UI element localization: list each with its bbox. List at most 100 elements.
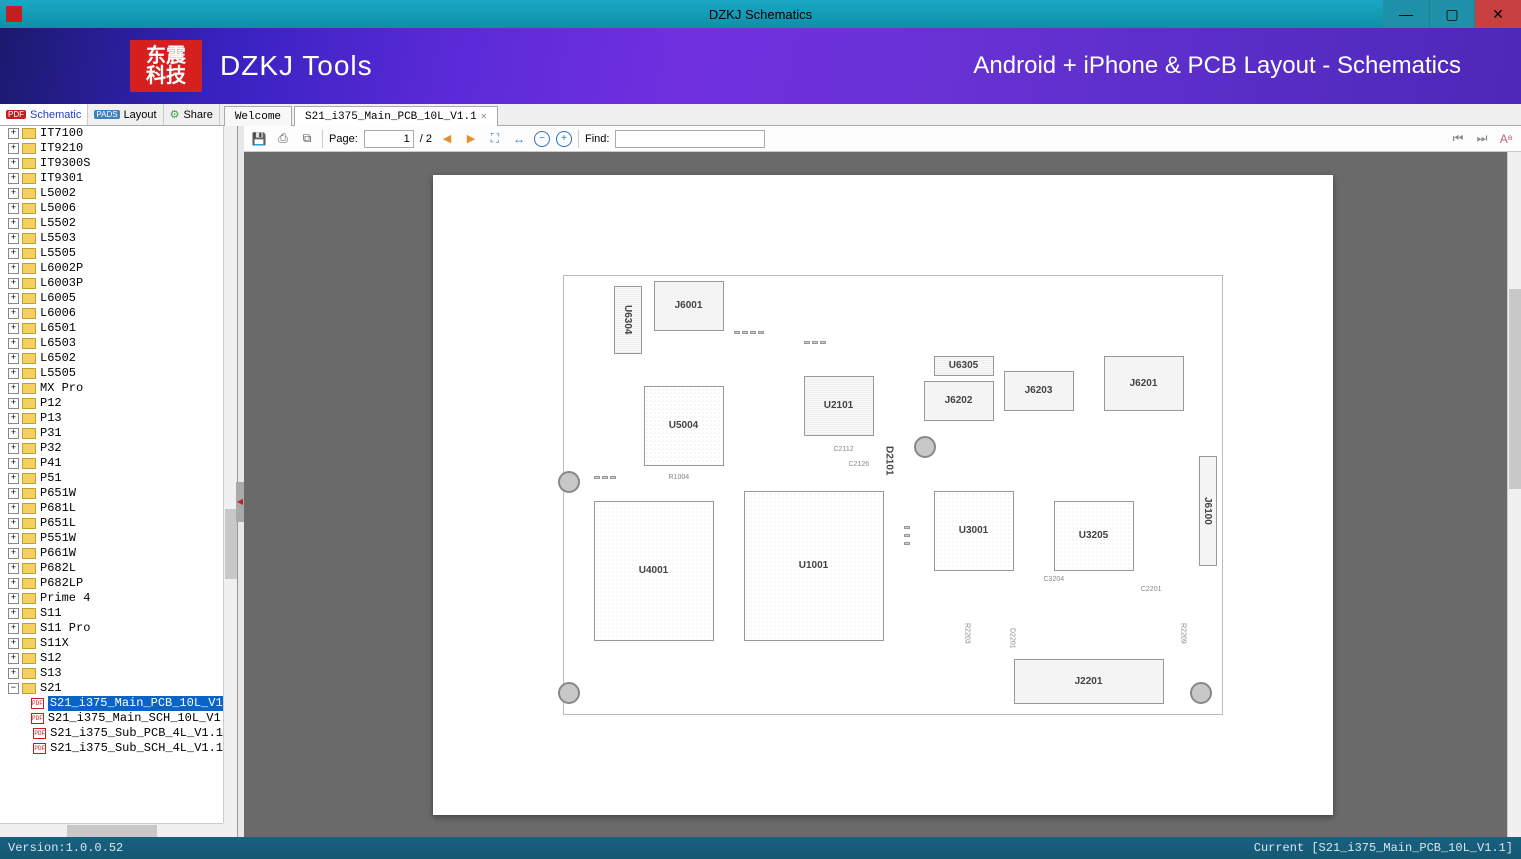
tree-folder[interactable]: +L6006 <box>0 306 223 321</box>
expand-icon[interactable]: + <box>8 548 19 559</box>
tree-folder[interactable]: +P681L <box>0 501 223 516</box>
expand-icon[interactable]: + <box>8 323 19 334</box>
tree-folder[interactable]: +L6503 <box>0 336 223 351</box>
expand-icon[interactable]: + <box>8 128 19 139</box>
expand-icon[interactable]: + <box>8 278 19 289</box>
maximize-button[interactable]: ▢ <box>1429 0 1475 28</box>
expand-icon[interactable]: + <box>8 158 19 169</box>
expand-icon[interactable]: + <box>8 518 19 529</box>
expand-icon[interactable]: + <box>8 473 19 484</box>
close-button[interactable]: ✕ <box>1475 0 1521 28</box>
expand-icon[interactable]: + <box>8 533 19 544</box>
tree-folder[interactable]: +IT9300S <box>0 156 223 171</box>
expand-icon[interactable]: + <box>8 428 19 439</box>
expand-icon[interactable]: + <box>8 248 19 259</box>
sidebar-tab-schematic[interactable]: PDF Schematic <box>0 104 88 125</box>
doc-tab-active[interactable]: S21_i375_Main_PCB_10L_V1.1 ✕ <box>294 106 498 126</box>
tree-folder[interactable]: +P31 <box>0 426 223 441</box>
zoom-out-icon[interactable]: − <box>534 131 550 147</box>
viewer-vertical-scrollbar[interactable] <box>1507 152 1521 837</box>
expand-icon[interactable]: + <box>8 623 19 634</box>
minimize-button[interactable]: — <box>1383 0 1429 28</box>
expand-icon[interactable]: + <box>8 143 19 154</box>
tree-folder[interactable]: +L5002 <box>0 186 223 201</box>
tree-folder[interactable]: +S11 Pro <box>0 621 223 636</box>
next-page-icon[interactable]: ▶ <box>462 130 480 148</box>
sidebar-horizontal-scrollbar[interactable] <box>0 823 223 837</box>
text-size-icon[interactable]: Aᵃ <box>1497 130 1515 148</box>
viewer-canvas[interactable]: U6304 J6001 U5004 U2101 U6305 J6202 J620… <box>244 152 1521 837</box>
tree-folder[interactable]: +L5505 <box>0 366 223 381</box>
expand-icon[interactable]: + <box>8 203 19 214</box>
tree-folder[interactable]: +S11X <box>0 636 223 651</box>
tree-folder[interactable]: +S13 <box>0 666 223 681</box>
tree-folder[interactable]: +IT9210 <box>0 141 223 156</box>
tree-folder[interactable]: +L5505 <box>0 246 223 261</box>
copy-icon[interactable]: ⧉ <box>298 130 316 148</box>
find-input[interactable] <box>615 130 765 148</box>
expand-icon[interactable]: + <box>8 563 19 574</box>
find-next-icon[interactable]: ⏭ <box>1473 130 1491 148</box>
expand-icon[interactable]: + <box>8 413 19 424</box>
expand-icon[interactable]: + <box>8 593 19 604</box>
splitter-collapse-icon[interactable]: ◀ <box>236 482 244 522</box>
zoom-in-icon[interactable]: + <box>556 131 572 147</box>
expand-icon[interactable]: + <box>8 488 19 499</box>
tree-folder[interactable]: +L6003P <box>0 276 223 291</box>
resize-grip[interactable] <box>223 823 237 837</box>
doc-tab-welcome[interactable]: Welcome <box>224 106 292 126</box>
expand-icon[interactable]: + <box>8 578 19 589</box>
tree-folder[interactable]: +IT7100 <box>0 126 223 141</box>
tree-file[interactable]: PDFS21_i375_Sub_PCB_4L_V1.1 <box>0 726 223 741</box>
expand-icon[interactable]: + <box>8 503 19 514</box>
fit-width-icon[interactable]: ↔ <box>510 130 528 148</box>
sidebar-tab-layout[interactable]: PADS Layout <box>88 104 163 125</box>
expand-icon[interactable]: + <box>8 173 19 184</box>
tree-file[interactable]: PDFS21_i375_Sub_SCH_4L_V1.1 <box>0 741 223 756</box>
tree-folder[interactable]: +P651L <box>0 516 223 531</box>
tree-folder[interactable]: +L6501 <box>0 321 223 336</box>
tree-folder[interactable]: +P32 <box>0 441 223 456</box>
tree-folder[interactable]: +P651W <box>0 486 223 501</box>
tree-folder[interactable]: +P12 <box>0 396 223 411</box>
tree-folder[interactable]: +L5006 <box>0 201 223 216</box>
close-icon[interactable]: ✕ <box>481 111 487 123</box>
expand-icon[interactable]: + <box>8 233 19 244</box>
expand-icon[interactable]: + <box>8 668 19 679</box>
tree-folder[interactable]: +P661W <box>0 546 223 561</box>
tree-folder[interactable]: +P51 <box>0 471 223 486</box>
tree-folder[interactable]: +S11 <box>0 606 223 621</box>
tree-folder[interactable]: +Prime 4 <box>0 591 223 606</box>
tree-folder[interactable]: +P13 <box>0 411 223 426</box>
expand-icon[interactable]: + <box>8 458 19 469</box>
page-input[interactable] <box>364 130 414 148</box>
expand-icon[interactable]: + <box>8 218 19 229</box>
tree-folder[interactable]: +P682LP <box>0 576 223 591</box>
prev-page-icon[interactable]: ◀ <box>438 130 456 148</box>
expand-icon[interactable]: + <box>8 293 19 304</box>
save-icon[interactable]: 💾 <box>250 130 268 148</box>
tree-folder[interactable]: +S12 <box>0 651 223 666</box>
tree-folder[interactable]: +IT9301 <box>0 171 223 186</box>
find-prev-icon[interactable]: ⏮ <box>1449 130 1467 148</box>
expand-icon[interactable]: + <box>8 188 19 199</box>
sidebar-tab-share[interactable]: ⚙ Share <box>164 104 220 125</box>
tree-folder[interactable]: +MX Pro <box>0 381 223 396</box>
expand-icon[interactable]: + <box>8 383 19 394</box>
expand-icon[interactable]: + <box>8 608 19 619</box>
expand-icon[interactable]: + <box>8 398 19 409</box>
expand-icon[interactable]: + <box>8 263 19 274</box>
expand-icon[interactable]: + <box>8 653 19 664</box>
collapse-icon[interactable]: − <box>8 683 19 694</box>
expand-icon[interactable]: + <box>8 338 19 349</box>
expand-icon[interactable]: + <box>8 443 19 454</box>
tree-folder[interactable]: +L6002P <box>0 261 223 276</box>
expand-icon[interactable]: + <box>8 638 19 649</box>
scrollbar-thumb[interactable] <box>67 825 157 837</box>
fit-page-icon[interactable]: ⛶ <box>486 130 504 148</box>
expand-icon[interactable]: + <box>8 353 19 364</box>
tree-folder[interactable]: +L5503 <box>0 231 223 246</box>
tree-folder[interactable]: +L6502 <box>0 351 223 366</box>
tree-folder[interactable]: +L5502 <box>0 216 223 231</box>
expand-icon[interactable]: + <box>8 368 19 379</box>
